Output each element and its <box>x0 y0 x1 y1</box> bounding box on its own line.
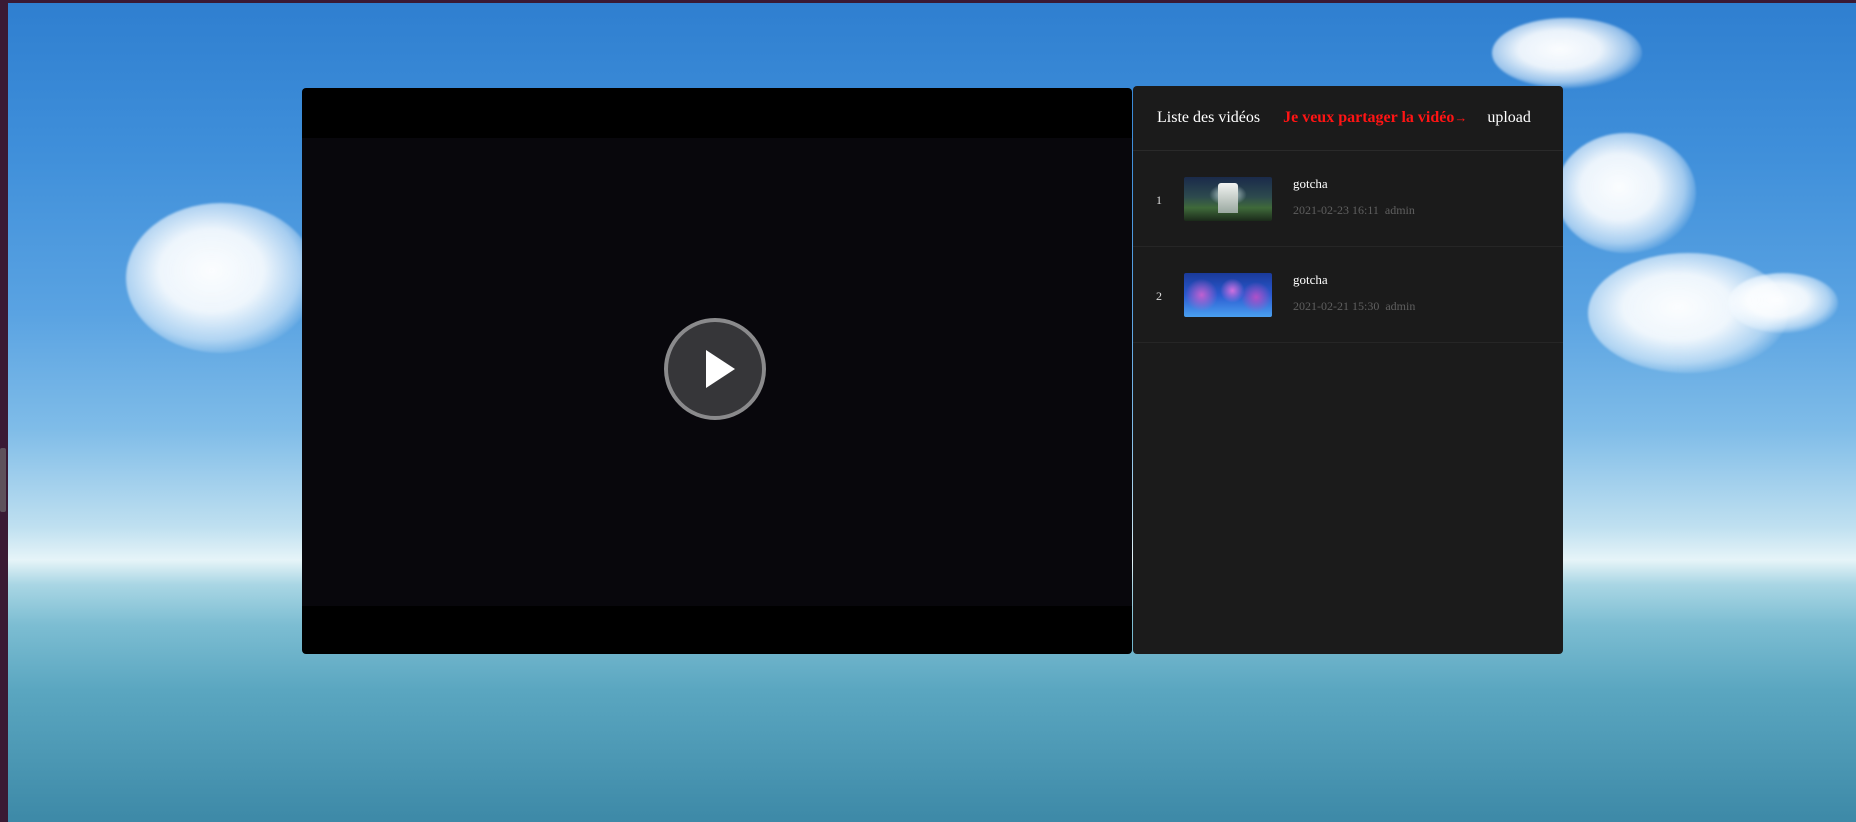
tab-video-list[interactable]: Liste des vidéos <box>1157 109 1260 127</box>
video-title[interactable]: gotcha <box>1293 272 1328 288</box>
cloud-top-right <box>1492 18 1642 88</box>
video-title[interactable]: gotcha <box>1293 176 1328 192</box>
item-index: 1 <box>1156 193 1162 207</box>
video-author: admin <box>1384 203 1415 217</box>
play-icon <box>706 350 735 388</box>
video-date: 2021-02-21 15:30 <box>1293 299 1380 313</box>
playlist-header: Liste des vidéos Je veux partager la vid… <box>1133 86 1563 151</box>
cloud-right-3 <box>1728 273 1838 333</box>
cloud-right-1 <box>1556 133 1696 253</box>
item-index: 2 <box>1156 289 1162 303</box>
video-author: admin <box>1385 299 1416 313</box>
cloud-left <box>126 203 316 353</box>
video-thumbnail[interactable] <box>1184 177 1272 221</box>
upload-link[interactable]: upload <box>1487 109 1531 127</box>
list-item[interactable]: 1 gotcha 2021-02-23 16:11 admin <box>1133 151 1563 247</box>
window-edge-handle[interactable] <box>0 448 6 512</box>
video-thumbnail[interactable] <box>1184 273 1272 317</box>
video-meta: 2021-02-23 16:11 admin <box>1293 203 1415 218</box>
playlist-panel: Liste des vidéos Je veux partager la vid… <box>1133 86 1563 654</box>
page: Liste des vidéos Je veux partager la vid… <box>0 0 1856 822</box>
share-video-link[interactable]: Je veux partager la vidéo→ <box>1283 109 1467 127</box>
play-button[interactable] <box>664 318 766 420</box>
video-meta: 2021-02-21 15:30 admin <box>1293 299 1415 314</box>
video-player[interactable] <box>302 88 1132 654</box>
video-date: 2021-02-23 16:11 <box>1293 203 1379 217</box>
thumbnail-figure <box>1218 183 1238 213</box>
arrow-right-icon: → <box>1454 110 1468 125</box>
share-video-label: Je veux partager la vidéo <box>1283 109 1455 126</box>
list-item[interactable]: 2 gotcha 2021-02-21 15:30 admin <box>1133 247 1563 343</box>
